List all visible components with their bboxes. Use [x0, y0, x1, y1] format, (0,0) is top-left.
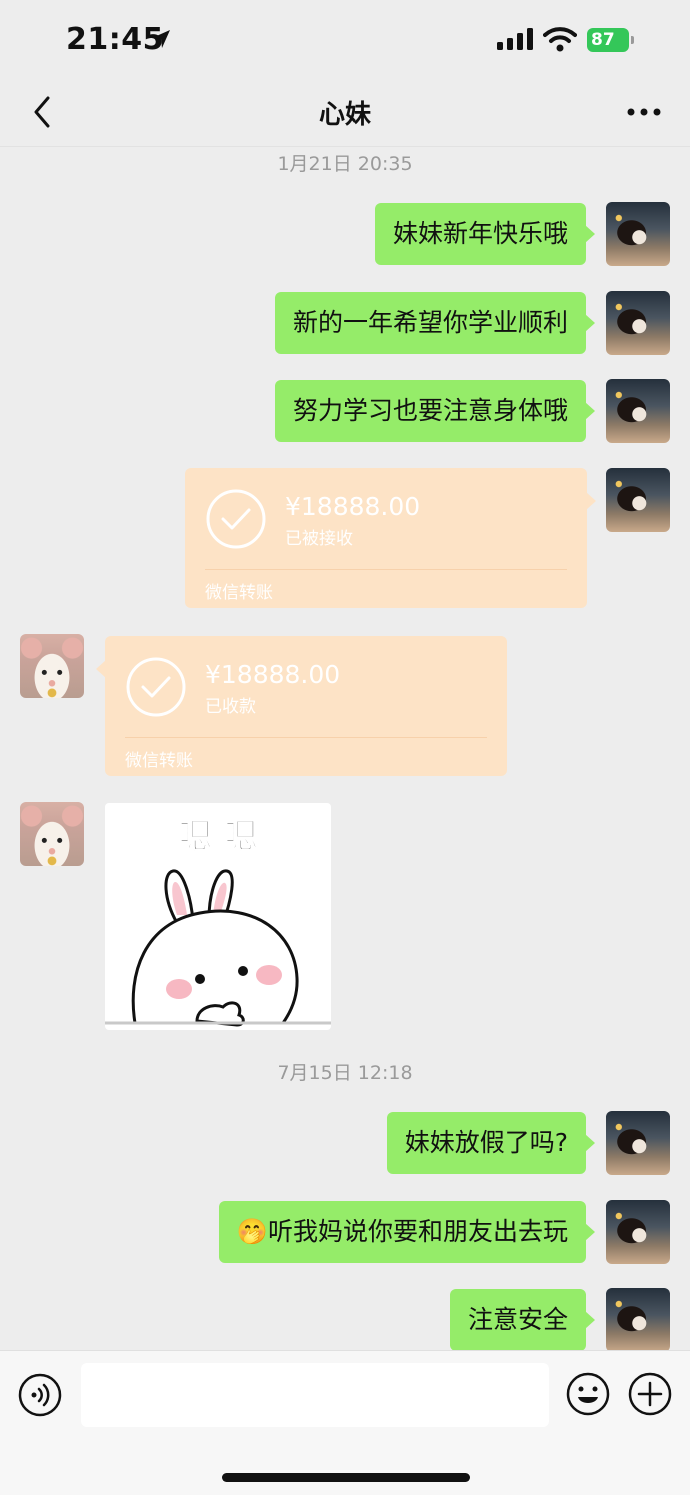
home-indicator — [222, 1473, 470, 1482]
transfer-card-sent[interactable]: ¥18888.00 已被接收 微信转账 — [185, 468, 596, 608]
emoji-icon[interactable] — [566, 1372, 610, 1416]
message-bubble[interactable]: 新的一年希望你学业顺利 — [274, 292, 596, 354]
timestamp: 7月15日 12:18 — [277, 1062, 413, 1084]
message-bubble[interactable]: 妹妹放假了吗? — [386, 1112, 596, 1174]
avatar-me[interactable] — [606, 1200, 670, 1264]
avatar-contact[interactable] — [20, 634, 84, 698]
divider — [125, 737, 487, 738]
sticker-message[interactable]: 嗯 嗯 — [105, 803, 331, 1030]
message-bubble[interactable]: 努力学习也要注意身体哦 — [274, 380, 596, 442]
message-bubble[interactable]: 妹妹新年快乐哦 — [374, 203, 596, 265]
avatar-me[interactable] — [606, 291, 670, 355]
battery-tip — [631, 36, 634, 44]
battery-level: 87 — [587, 28, 629, 52]
chat-title: 心妹 — [318, 100, 371, 130]
avatar-me[interactable] — [606, 202, 670, 266]
chat-header: 心妹 — [0, 80, 690, 147]
message-bubble[interactable]: 注意安全 — [449, 1289, 596, 1351]
avatar-me[interactable] — [606, 468, 670, 532]
avatar-me[interactable] — [606, 1288, 670, 1352]
transfer-footer: 微信转账 — [125, 751, 193, 771]
wifi-icon — [543, 27, 577, 52]
bunny-sticker-image: 嗯 嗯 — [105, 817, 331, 1027]
voice-input-icon[interactable] — [18, 1373, 62, 1417]
avatar-contact[interactable] — [20, 802, 84, 866]
divider — [205, 569, 567, 570]
battery-indicator: 87 — [587, 28, 634, 52]
avatar-me[interactable] — [606, 379, 670, 443]
more-options-icon[interactable] — [626, 106, 662, 118]
transfer-amount: ¥18888.00 — [285, 492, 421, 521]
cellular-signal-icon — [497, 28, 533, 50]
transfer-footer: 微信转账 — [205, 583, 273, 603]
input-bar — [0, 1350, 690, 1495]
sticker-text: 嗯 嗯 — [178, 817, 258, 857]
check-circle-icon — [126, 657, 186, 717]
avatar-me[interactable] — [606, 1111, 670, 1175]
transfer-amount: ¥18888.00 — [205, 660, 341, 689]
transfer-status: 已收款 — [205, 697, 256, 717]
timestamp: 1月21日 20:35 — [277, 153, 413, 175]
check-circle-icon — [206, 489, 266, 549]
status-bar: 21:45 87 — [0, 0, 690, 80]
message-input[interactable] — [81, 1363, 549, 1427]
transfer-card-received[interactable]: ¥18888.00 已收款 微信转账 — [96, 636, 507, 776]
location-arrow-icon — [152, 30, 170, 48]
plus-icon[interactable] — [628, 1372, 672, 1416]
message-bubble[interactable]: 🤭听我妈说你要和朋友出去玩 — [218, 1201, 596, 1263]
transfer-status: 已被接收 — [285, 529, 353, 549]
